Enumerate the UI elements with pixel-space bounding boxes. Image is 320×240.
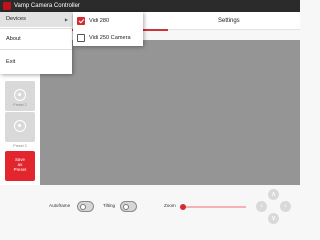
- zoom-slider-handle[interactable]: [180, 204, 186, 210]
- menu-divider: [0, 28, 72, 29]
- preset-label: Preset 2: [13, 103, 27, 107]
- zoom-slider-track[interactable]: [182, 206, 246, 208]
- submenu-arrow-icon: ▶: [64, 17, 68, 22]
- devices-submenu: Vidi 280 Vidi 250 Camera: [73, 12, 143, 46]
- toggle-knob: [79, 203, 86, 210]
- menu-item-about[interactable]: About: [0, 32, 72, 47]
- toggle-knob: [122, 203, 129, 210]
- target-icon: [14, 120, 26, 132]
- preset-button-3[interactable]: [5, 112, 35, 142]
- menu-item-devices[interactable]: Devices ▶: [0, 12, 72, 27]
- device-label: Vidi 280: [89, 18, 110, 24]
- target-icon: [14, 89, 26, 101]
- tilting-toggle[interactable]: [120, 201, 137, 212]
- menu-divider: [0, 49, 72, 50]
- menu-item-label: Exit: [6, 59, 16, 65]
- title-bar: Vamp Camera Controller: [0, 0, 300, 12]
- main-menu: Devices ▶ About Exit: [0, 12, 72, 74]
- camera-preview: [40, 40, 300, 185]
- pan-right-button[interactable]: ›: [280, 201, 291, 212]
- pan-down-button[interactable]: ∨: [268, 213, 279, 224]
- device-option-vidi-280[interactable]: Vidi 280: [73, 13, 143, 29]
- device-label: Vidi 250 Camera: [89, 35, 131, 41]
- tab-settings[interactable]: Settings: [218, 12, 240, 30]
- pan-left-button[interactable]: ‹: [256, 201, 267, 212]
- pan-up-button[interactable]: ∧: [268, 189, 279, 200]
- save-as-preset-button[interactable]: Save as Preset: [5, 151, 35, 181]
- checkbox-checked-icon[interactable]: [77, 17, 85, 25]
- menu-item-label: Devices: [6, 16, 26, 22]
- preset-label: Preset 3: [13, 144, 27, 148]
- zoom-label: Zoom: [164, 203, 176, 208]
- save-preset-line: Preset: [13, 167, 27, 173]
- tilting-label: Tilting: [103, 203, 116, 208]
- autoframe-label: Autoframe: [49, 203, 71, 208]
- checkbox-unchecked-icon[interactable]: [77, 34, 85, 42]
- bottom-controls: [0, 185, 300, 231]
- device-option-vidi-250-camera[interactable]: Vidi 250 Camera: [73, 30, 143, 46]
- app-logo: [3, 2, 11, 10]
- menu-item-exit[interactable]: Exit: [0, 55, 72, 70]
- autoframe-toggle[interactable]: [77, 201, 94, 212]
- menu-item-label: About: [6, 36, 21, 42]
- window-title: Vamp Camera Controller: [14, 3, 80, 9]
